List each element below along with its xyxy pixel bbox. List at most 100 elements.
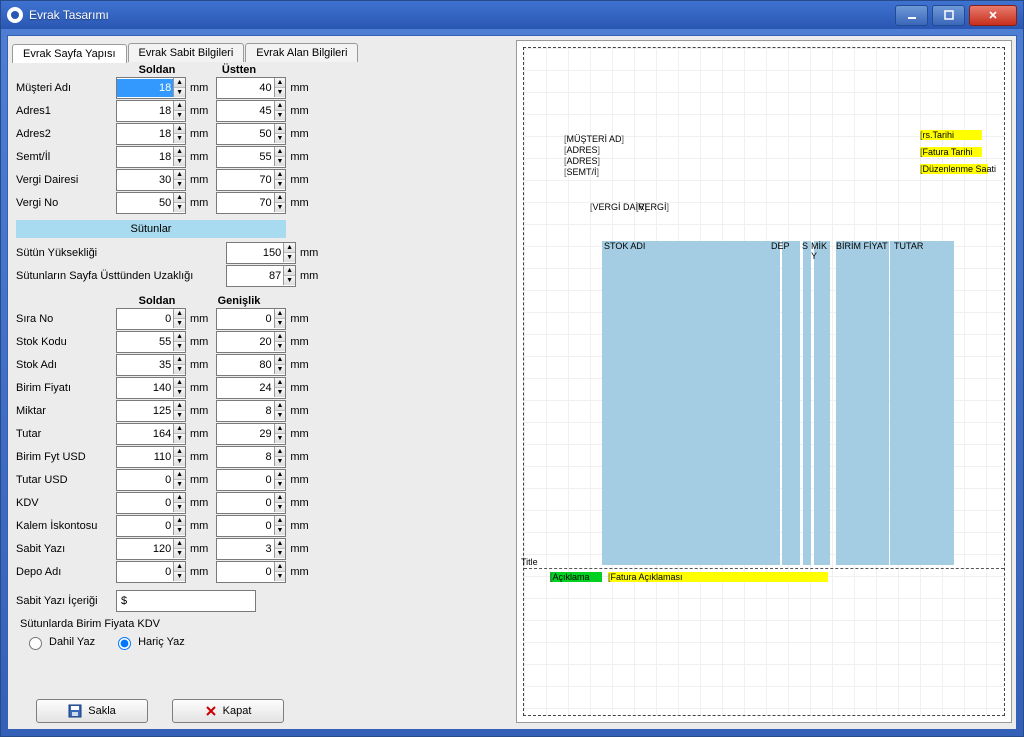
spin-sirano-genislik[interactable]: ▲▼ [216, 308, 286, 330]
spin-stokadi-soldan[interactable]: ▲▼ [116, 354, 186, 376]
label-musteri-adi: Müşteri Adı [16, 82, 116, 94]
spin-sabit-genislik[interactable]: ▲▼ [216, 538, 286, 560]
pv-titlebox[interactable]: Title [520, 556, 552, 568]
maximize-button[interactable] [932, 5, 965, 26]
spin-bfiyat-genislik[interactable]: ▲▼ [216, 377, 286, 399]
pv-vno[interactable]: [VERGİ] [636, 202, 669, 212]
radio-haric-yaz[interactable]: Hariç Yaz [113, 634, 185, 650]
spin-stokadi-genislik[interactable]: ▲▼ [216, 354, 286, 376]
pv-col-s-label: S [802, 241, 808, 251]
label-tutusd: Tutar USD [16, 474, 116, 486]
label-sirano: Sıra No [16, 313, 116, 325]
pv-col-depo[interactable] [782, 241, 800, 565]
spin-musteri-ustten[interactable]: ▲▼ [216, 77, 286, 99]
spin-vno-soldan[interactable]: ▲▼ [116, 192, 186, 214]
pv-adres1[interactable]: [ADRES] [564, 145, 600, 155]
window-title: Evrak Tasarımı [29, 8, 895, 22]
spin-vdaire-ustten[interactable]: ▲▼ [216, 169, 286, 191]
spin-semtil-ustten[interactable]: ▲▼ [216, 146, 286, 168]
pv-hline [524, 568, 1004, 569]
tab-evrak-sabit-bilgileri[interactable]: Evrak Sabit Bilgileri [128, 43, 245, 62]
tab-evrak-sayfa-yapisi[interactable]: Evrak Sayfa Yapısı [12, 44, 127, 63]
spin-sutun-yuksekligi[interactable]: ▲▼ [226, 242, 296, 264]
close-icon [205, 705, 217, 717]
label-sabityazi: Sabit Yazı [16, 543, 116, 555]
save-icon [68, 704, 82, 718]
pv-col-stokadi[interactable] [602, 241, 780, 565]
pv-ftarih[interactable]: [Fatura Tarihi [920, 147, 982, 157]
section-sutunlar: Sütunlar [16, 220, 286, 238]
pv-dsaat[interactable]: [Düzenlenme Saati [920, 164, 988, 174]
pv-musteri[interactable]: [MÜŞTERİ AD] [564, 134, 624, 144]
spin-vdaire-soldan[interactable]: ▲▼ [116, 169, 186, 191]
pv-col-depo-label: DEP [771, 241, 790, 251]
header-ustten: Üstten [198, 64, 280, 76]
spin-miktar-soldan[interactable]: ▲▼ [116, 400, 186, 422]
label-stokkodu: Stok Kodu [16, 336, 116, 348]
input-sabit-yazi-icerigi[interactable] [116, 590, 256, 612]
label-vno: Vergi No [16, 197, 116, 209]
spin-bfusd-soldan[interactable]: ▲▼ [116, 446, 186, 468]
pv-faturaaciklamasi[interactable]: [Fatura Açıklaması [608, 572, 828, 582]
spin-depo-genislik[interactable]: ▲▼ [216, 561, 286, 583]
close-button[interactable] [969, 5, 1017, 26]
spin-tutar-genislik[interactable]: ▲▼ [216, 423, 286, 445]
kapat-label: Kapat [223, 705, 252, 717]
spin-kdv-genislik[interactable]: ▲▼ [216, 492, 286, 514]
pv-rstarih[interactable]: [rs.Tarihi [920, 130, 982, 140]
spin-miktar-genislik[interactable]: ▲▼ [216, 400, 286, 422]
label-semtil: Semt/İl [16, 151, 116, 163]
pv-col-bfiyat[interactable] [836, 241, 889, 565]
radio-dahil-yaz[interactable]: Dahil Yaz [24, 634, 95, 650]
spin-sirano-soldan[interactable]: ▲▼ [116, 308, 186, 330]
sakla-label: Sakla [88, 705, 116, 717]
spin-kdv-soldan[interactable]: ▲▼ [116, 492, 186, 514]
spin-bfiyat-soldan[interactable]: ▲▼ [116, 377, 186, 399]
spin-sutun-uzakligi[interactable]: ▲▼ [226, 265, 296, 287]
minimize-button[interactable] [895, 5, 928, 26]
pv-adres2[interactable]: [ADRES] [564, 156, 600, 166]
pv-col-s[interactable] [803, 241, 811, 565]
label-iskonto: Kalem İskontosu [16, 520, 116, 532]
titlebar: Evrak Tasarımı [1, 1, 1023, 29]
label-tutar: Tutar [16, 428, 116, 440]
pv-col-bfiyat-label: BİRİM FİYAT [836, 241, 888, 251]
header-genislik: Genişlik [198, 295, 280, 307]
pv-col-tutar[interactable] [890, 241, 954, 565]
pv-col-mik-label: MİK Y [811, 241, 827, 261]
spin-tutar-soldan[interactable]: ▲▼ [116, 423, 186, 445]
spin-isk-genislik[interactable]: ▲▼ [216, 515, 286, 537]
label-adres2: Adres2 [16, 128, 116, 140]
spin-bfusd-genislik[interactable]: ▲▼ [216, 446, 286, 468]
label-adres1: Adres1 [16, 105, 116, 117]
spin-adres1-ustten[interactable]: ▲▼ [216, 100, 286, 122]
header-soldan: Soldan [116, 64, 198, 76]
label-vdaire: Vergi Dairesi [16, 174, 116, 186]
spin-vno-ustten[interactable]: ▲▼ [216, 192, 286, 214]
spin-tutusd-soldan[interactable]: ▲▼ [116, 469, 186, 491]
label-stokadi: Stok Adı [16, 359, 116, 371]
label-depoadi: Depo Adı [16, 566, 116, 578]
spin-isk-soldan[interactable]: ▲▼ [116, 515, 186, 537]
label-kdv: KDV [16, 497, 116, 509]
spin-adres2-soldan[interactable]: ▲▼ [116, 123, 186, 145]
spin-tutusd-genislik[interactable]: ▲▼ [216, 469, 286, 491]
spin-semtil-soldan[interactable]: ▲▼ [116, 146, 186, 168]
label-sabit-yazi-icerigi: Sabit Yazı İçeriği [16, 595, 116, 607]
pv-semtil[interactable]: [SEMT/İ] [564, 167, 599, 177]
spin-stokkodu-soldan[interactable]: ▲▼ [116, 331, 186, 353]
spin-sabit-soldan[interactable]: ▲▼ [116, 538, 186, 560]
page-preview[interactable]: [MÜŞTERİ AD] [ADRES] [ADRES] [SEMT/İ] [V… [523, 47, 1005, 716]
pv-col-mik[interactable] [814, 241, 830, 565]
pv-aciklama[interactable]: [Açıklama [550, 572, 602, 582]
spin-adres1-soldan[interactable]: ▲▼ [116, 100, 186, 122]
spin-stokkodu-genislik[interactable]: ▲▼ [216, 331, 286, 353]
spin-depo-soldan[interactable]: ▲▼ [116, 561, 186, 583]
tab-evrak-alan-bilgileri[interactable]: Evrak Alan Bilgileri [245, 43, 358, 62]
sakla-button[interactable]: Sakla [36, 699, 148, 723]
kapat-button[interactable]: Kapat [172, 699, 284, 723]
spin-musteri-soldan[interactable]: ▲▼ [116, 77, 186, 99]
label-bfusd: Birim Fyt USD [16, 451, 116, 463]
spin-adres2-ustten[interactable]: ▲▼ [216, 123, 286, 145]
app-icon [7, 7, 23, 23]
